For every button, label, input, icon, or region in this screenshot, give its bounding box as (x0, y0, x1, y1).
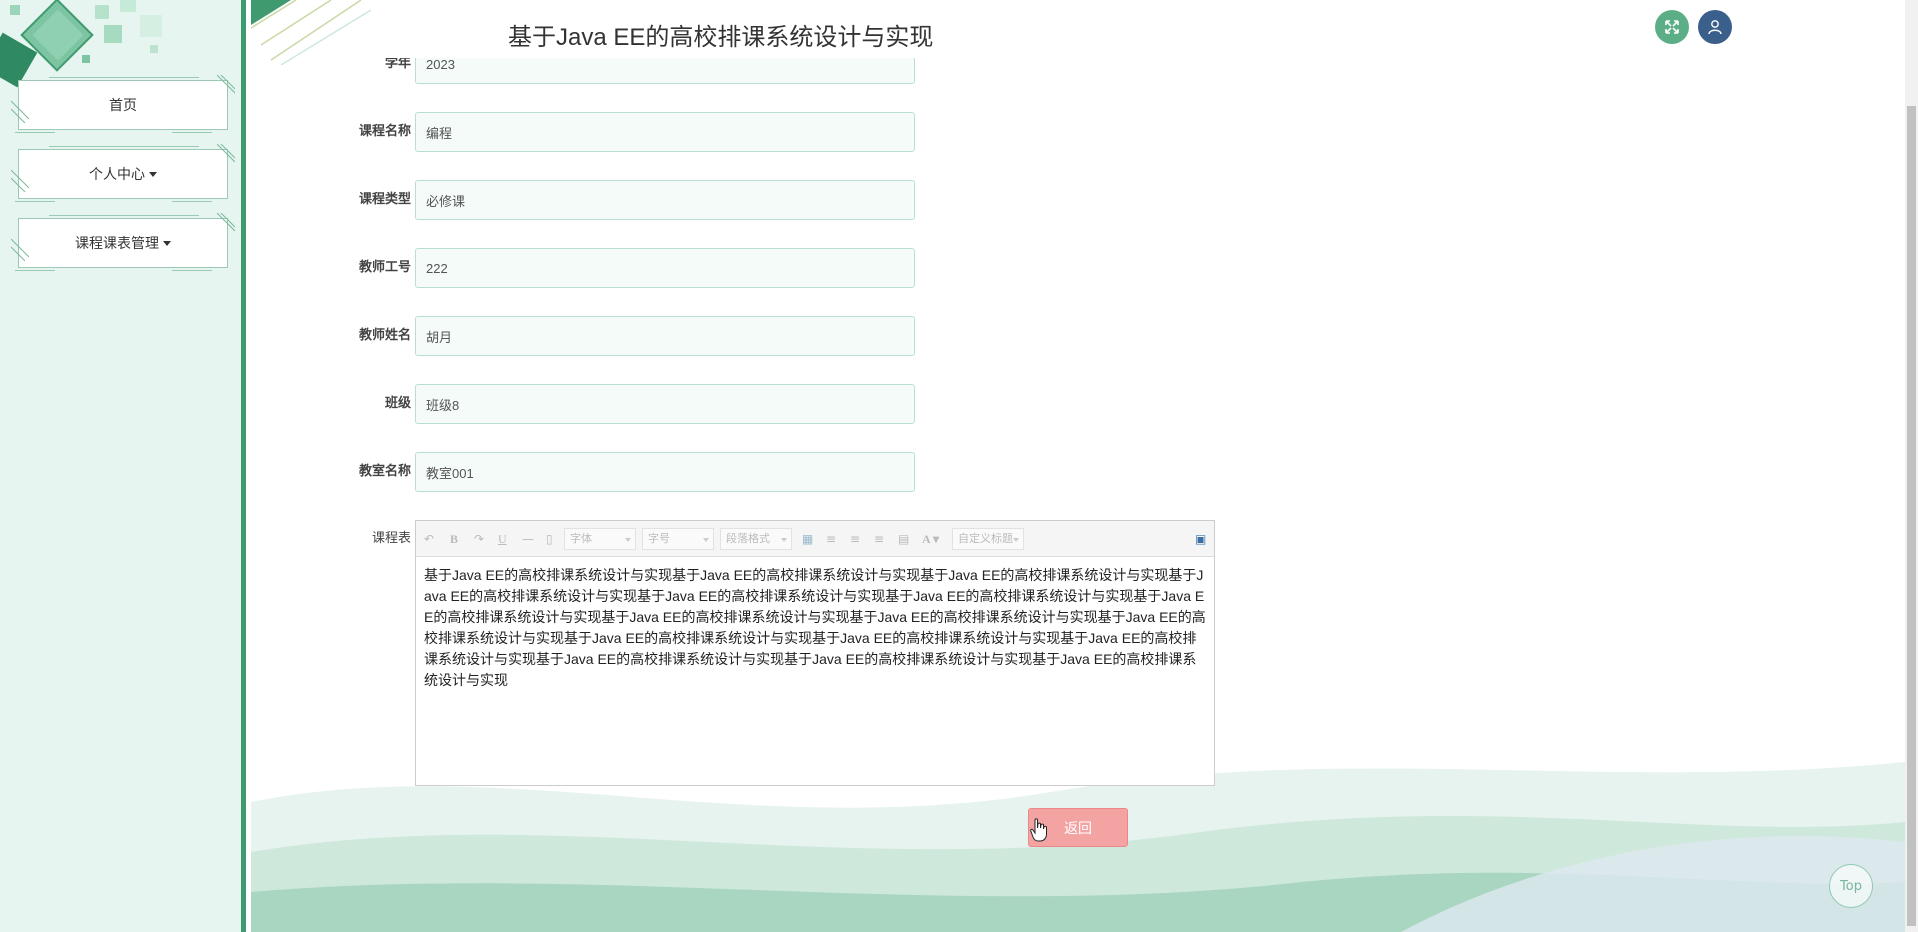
underline-icon[interactable]: U (498, 530, 507, 548)
field-label: 班级 (384, 396, 411, 411)
field-label: 课程类型 (358, 192, 411, 207)
field-label: 教师姓名 (358, 328, 411, 343)
page-icon[interactable]: ▯ (546, 530, 553, 548)
form-row-classroom: 教室名称 (251, 452, 951, 492)
font-family-select[interactable]: 字体 (564, 528, 636, 550)
hand-cursor-icon (1030, 818, 1047, 842)
align-justify-icon[interactable]: ▤ (898, 530, 909, 548)
sidebar-item-personal-center[interactable]: 个人中心 (11, 144, 235, 202)
fullscreen-button[interactable] (1655, 10, 1689, 44)
field-label: 教师工号 (358, 260, 411, 275)
expand-icon (1665, 20, 1679, 34)
font-color-icon[interactable]: A ▾ (922, 530, 939, 548)
sidebar-item-label: 课程课表管理 (75, 236, 159, 252)
form-row-course-name: 课程名称 (251, 112, 951, 152)
bold-icon[interactable]: B (450, 530, 458, 548)
align-center-icon[interactable]: ≡ (874, 530, 884, 548)
classroom-input[interactable] (415, 452, 915, 492)
redo-icon[interactable]: ↷ (474, 530, 484, 548)
caret-down-icon (149, 171, 157, 177)
form-row-teacher-id: 教师工号 (251, 248, 951, 288)
editor-content[interactable]: 基于Java EE的高校排课系统设计与实现基于Java EE的高校排课系统设计与… (416, 557, 1214, 699)
custom-title-select[interactable]: 自定义标题 (952, 528, 1024, 550)
course-name-input[interactable] (415, 112, 915, 152)
undo-icon[interactable]: ↶ (424, 530, 434, 548)
editor-toolbar: ↶ B ↷ U — ▯ 字体 字号 段落格式 ▦ ≡ ≡ ≡ ▤ A ▾ 自定义… (416, 521, 1214, 557)
horizontal-rule-icon[interactable]: — (522, 530, 534, 548)
back-to-top-button[interactable]: Top (1829, 864, 1873, 908)
course-type-input[interactable] (415, 180, 915, 220)
main-content: 基于Java EE的高校排课系统设计与实现 学年 课程名称 课程类型 教师工号 … (251, 0, 1905, 932)
form-row-class: 班级 (251, 384, 951, 424)
user-menu-button[interactable] (1698, 10, 1732, 44)
page-title: 基于Java EE的高校排课系统设计与实现 (508, 24, 934, 51)
table-icon[interactable]: ▦ (802, 530, 813, 548)
field-label: 课程名称 (358, 124, 411, 139)
sidebar-item-home[interactable]: 首页 (11, 75, 235, 133)
rich-text-editor: ↶ B ↷ U — ▯ 字体 字号 段落格式 ▦ ≡ ≡ ≡ ▤ A ▾ 自定义… (415, 520, 1215, 786)
align-left-icon[interactable]: ≡ (826, 530, 836, 548)
sidebar-item-label: 首页 (109, 98, 137, 114)
sidebar: 首页 个人中心 课程课表管理 (0, 0, 246, 932)
teacher-id-input[interactable] (415, 248, 915, 288)
font-size-select[interactable]: 字号 (642, 528, 714, 550)
user-icon (1708, 20, 1722, 35)
fullscreen-editor-icon[interactable]: ▣ (1195, 530, 1206, 548)
page-scrollbar[interactable] (1905, 0, 1918, 932)
align-right-icon[interactable]: ≡ (850, 530, 860, 548)
teacher-name-input[interactable] (415, 316, 915, 356)
scrollbar-thumb[interactable] (1907, 106, 1916, 926)
field-label: 课程表 (371, 531, 411, 546)
sidebar-item-course-schedule[interactable]: 课程课表管理 (11, 213, 235, 271)
corner-decoration (251, 0, 371, 65)
caret-down-icon (163, 240, 171, 246)
form-row-teacher-name: 教师姓名 (251, 316, 951, 356)
form-row-course-type: 课程类型 (251, 180, 951, 220)
field-label: 教室名称 (358, 464, 411, 479)
paragraph-format-select[interactable]: 段落格式 (720, 528, 792, 550)
class-input[interactable] (415, 384, 915, 424)
sidebar-item-label: 个人中心 (89, 167, 145, 183)
